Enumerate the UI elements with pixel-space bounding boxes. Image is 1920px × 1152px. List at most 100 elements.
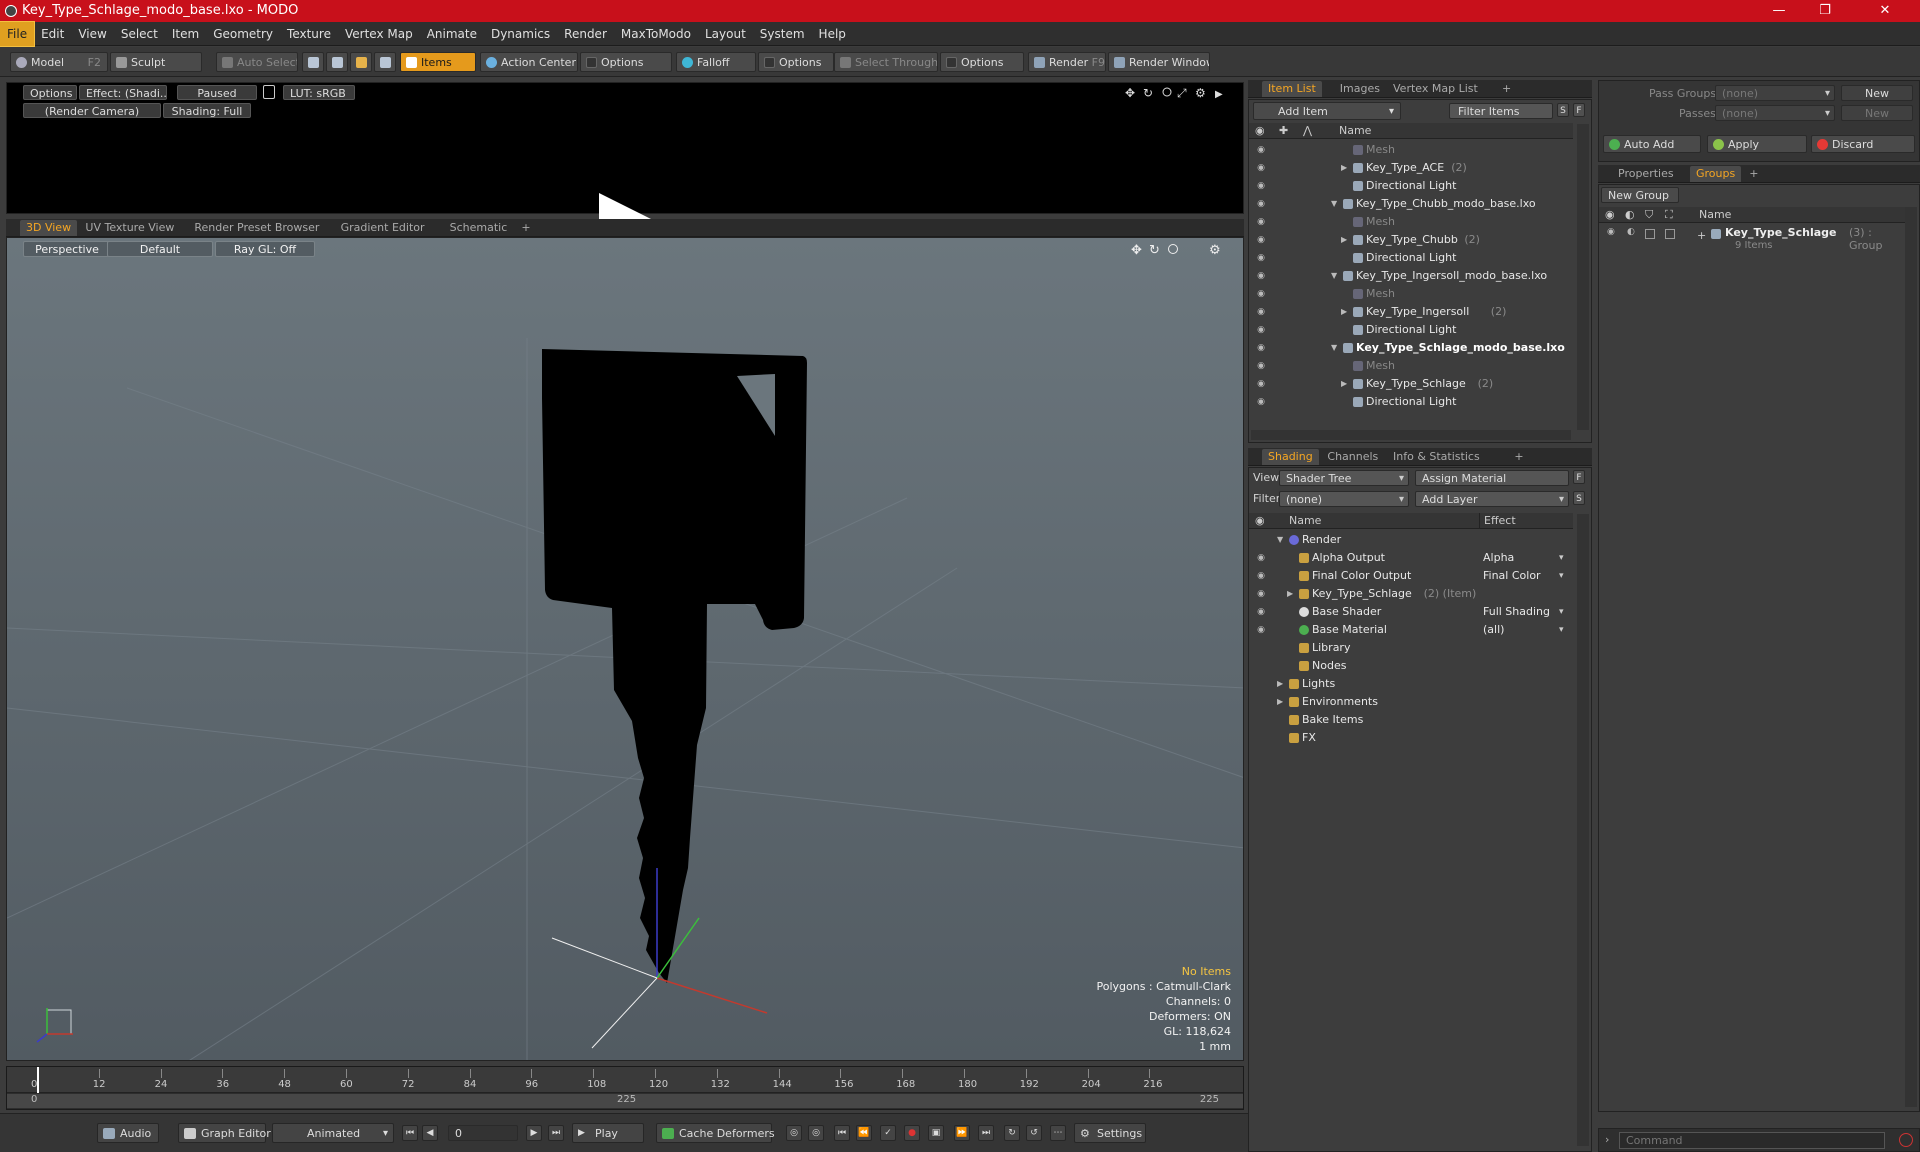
command-input[interactable] — [1619, 1132, 1885, 1149]
passes-dropdown[interactable]: (none) — [1715, 105, 1835, 121]
select-vertices-button[interactable] — [302, 52, 324, 72]
menu-animate[interactable]: Animate — [420, 22, 484, 46]
eye-icon[interactable]: ◉ — [1255, 216, 1267, 228]
key-filter-icon[interactable]: ▣ — [928, 1125, 944, 1141]
select-column-icon[interactable]: ⛶ — [1665, 207, 1673, 223]
preview-paused-button[interactable]: Paused — [177, 85, 257, 100]
animated-dropdown[interactable]: Animated ▾ — [272, 1123, 394, 1143]
expand-icon[interactable]: ▶ — [1287, 585, 1293, 603]
refresh-icon[interactable]: ↺ — [1026, 1125, 1042, 1141]
menu-system[interactable]: System — [753, 22, 812, 46]
item-list-row[interactable]: ◉ ▶ Key_Type_Schlage (2) — [1249, 375, 1573, 393]
rotate-icon[interactable]: ↻ — [1143, 86, 1153, 100]
items-button[interactable]: Items — [400, 52, 476, 72]
settings-gear-icon[interactable]: ⚙ — [1195, 86, 1206, 100]
groups-tab-properties[interactable]: Properties — [1612, 166, 1680, 182]
eye-column-icon[interactable]: ◉ — [1605, 207, 1615, 223]
select-checkbox[interactable] — [1665, 229, 1675, 239]
render-camera-dropdown[interactable]: (Render Camera) — [23, 103, 161, 118]
view-dropdown[interactable]: Shader Tree — [1279, 470, 1409, 486]
filter-f-toggle[interactable]: F — [1573, 103, 1585, 117]
menu-vertex-map[interactable]: Vertex Map — [338, 22, 420, 46]
item-list-row[interactable]: ◉ ▶ Key_Type_Chubb (2) — [1249, 231, 1573, 249]
eye-icon[interactable]: ◉ — [1607, 227, 1615, 237]
shader-tree-row[interactable]: ◉ ▶ Key_Type_Schlage (2) (Item) — [1249, 585, 1573, 603]
shader-tree-row[interactable]: Bake Items — [1249, 711, 1573, 729]
eye-icon[interactable]: ◉ — [1255, 288, 1267, 300]
sculpt-button[interactable]: Sculpt — [110, 52, 202, 72]
menu-geometry[interactable]: Geometry — [206, 22, 280, 46]
lock-column-icon[interactable]: ⛉ — [1645, 207, 1653, 223]
eye-icon[interactable]: ◉ — [1255, 378, 1267, 390]
item-list-row[interactable]: ◉ Mesh — [1249, 213, 1573, 231]
auto-select-button[interactable]: Auto Select — [216, 52, 298, 72]
fit-icon[interactable]: ⤢ — [1176, 86, 1187, 100]
minimize-icon[interactable]: — — [1756, 0, 1802, 22]
menu-render[interactable]: Render — [557, 22, 614, 46]
expand-icon[interactable]: ▶ — [1341, 375, 1347, 393]
new-group-button[interactable]: New Group — [1601, 187, 1679, 203]
action-center-button[interactable]: Action Center — [480, 52, 578, 72]
select-materials-button[interactable] — [374, 52, 396, 72]
next-frame-icon[interactable]: ▶ — [526, 1125, 542, 1141]
item-list-tab-vertex-map-list[interactable]: Vertex Map List — [1387, 81, 1484, 97]
viewport-tab-render-preset-browser[interactable]: Render Preset Browser — [188, 220, 325, 236]
key-all-icon[interactable]: ◎ — [808, 1125, 824, 1141]
expand-icon[interactable]: ▶ — [1341, 159, 1347, 177]
name-column-header[interactable]: Name — [1289, 513, 1321, 529]
eye-icon[interactable]: ◉ — [1255, 324, 1267, 336]
shading-f-toggle[interactable]: F — [1573, 470, 1585, 484]
eye-icon[interactable]: ◉ — [1255, 180, 1267, 192]
item-list-row[interactable]: ◉ ▼ Key_Type_Schlage_modo_base.lxo — [1249, 339, 1573, 357]
next-keyframe-icon[interactable]: ⏩ — [954, 1125, 970, 1141]
shading-tab-shading[interactable]: Shading — [1262, 449, 1319, 465]
collapse-icon[interactable]: ▼ — [1331, 339, 1337, 357]
frame-input[interactable]: 0 — [448, 1125, 518, 1141]
shading-dropdown[interactable]: Shading: Full — [163, 103, 251, 118]
new-pass-button[interactable]: New — [1841, 105, 1913, 121]
eye-icon[interactable]: ◉ — [1255, 144, 1267, 156]
previous-key-frame-icon[interactable]: ⏮ — [834, 1125, 850, 1141]
3d-viewport[interactable]: Perspective Default Ray GL: Off ✥ ↻ ⚙ No… — [6, 237, 1244, 1061]
select-through-button[interactable]: Select Through — [834, 52, 938, 72]
groups-tab-[interactable]: + — [1743, 166, 1764, 182]
key-icon[interactable]: ◎ — [786, 1125, 802, 1141]
viewport-tab-uv-texture-view[interactable]: UV Texture View — [79, 220, 180, 236]
groups-scrollbar[interactable] — [1905, 207, 1917, 1107]
pass-groups-dropdown[interactable]: (none) — [1715, 85, 1835, 101]
model-button[interactable]: Model F2 — [10, 52, 108, 72]
type-column-icon[interactable]: ⋀ — [1303, 123, 1312, 139]
effect-dropdown[interactable]: Alpha — [1483, 549, 1571, 567]
lock-icon[interactable] — [263, 85, 275, 99]
eye-icon[interactable]: ◉ — [1255, 198, 1267, 210]
add-item-dropdown[interactable]: Add Item ▾ — [1253, 102, 1401, 120]
effect-dropdown[interactable]: Final Color — [1483, 567, 1571, 585]
timeline-ruler[interactable]: 0 12 24 36 48 60 72 84 96 108 120 132 144 156 168 180 19… — [7, 1067, 1243, 1093]
zoom-icon[interactable] — [1162, 87, 1172, 97]
play-menu-icon[interactable]: ▶ — [1215, 89, 1223, 100]
discard-button[interactable]: Discard — [1811, 135, 1915, 153]
select-edges-button[interactable] — [326, 52, 348, 72]
item-list-hscrollbar[interactable] — [1251, 430, 1571, 440]
render-column-icon[interactable]: ◐ — [1625, 207, 1635, 223]
falloff-button[interactable]: Falloff — [676, 52, 756, 72]
shader-tree-row[interactable]: ◉ Base Shader Full Shading ▾ — [1249, 603, 1573, 621]
audio-button[interactable]: Audio — [97, 1123, 159, 1143]
effect-dropdown[interactable]: (all) — [1483, 621, 1571, 639]
maximize-icon[interactable]: ❐ — [1802, 0, 1848, 22]
menu-texture[interactable]: Texture — [280, 22, 338, 46]
item-list-tab-[interactable]: + — [1496, 81, 1517, 97]
item-list-row[interactable]: ◉ Mesh — [1249, 285, 1573, 303]
close-icon[interactable]: ✕ — [1862, 0, 1908, 22]
auto-key-icon[interactable]: ✓ — [880, 1125, 896, 1141]
previous-key-icon[interactable]: ◀ — [422, 1125, 438, 1141]
menu-file[interactable]: File — [0, 21, 36, 47]
shader-tree-row[interactable]: Nodes — [1249, 657, 1573, 675]
eye-icon[interactable]: ◉ — [1255, 588, 1267, 600]
shader-tree-row[interactable]: ▼ Render — [1249, 531, 1573, 549]
shader-tree-row[interactable]: ▶ Environments — [1249, 693, 1573, 711]
shading-scrollbar[interactable] — [1577, 514, 1589, 1146]
item-list-row[interactable]: ◉ Directional Light — [1249, 393, 1573, 411]
collapse-icon[interactable]: ▼ — [1277, 531, 1283, 549]
shader-tree-row[interactable]: ◉ Base Material (all) ▾ — [1249, 621, 1573, 639]
